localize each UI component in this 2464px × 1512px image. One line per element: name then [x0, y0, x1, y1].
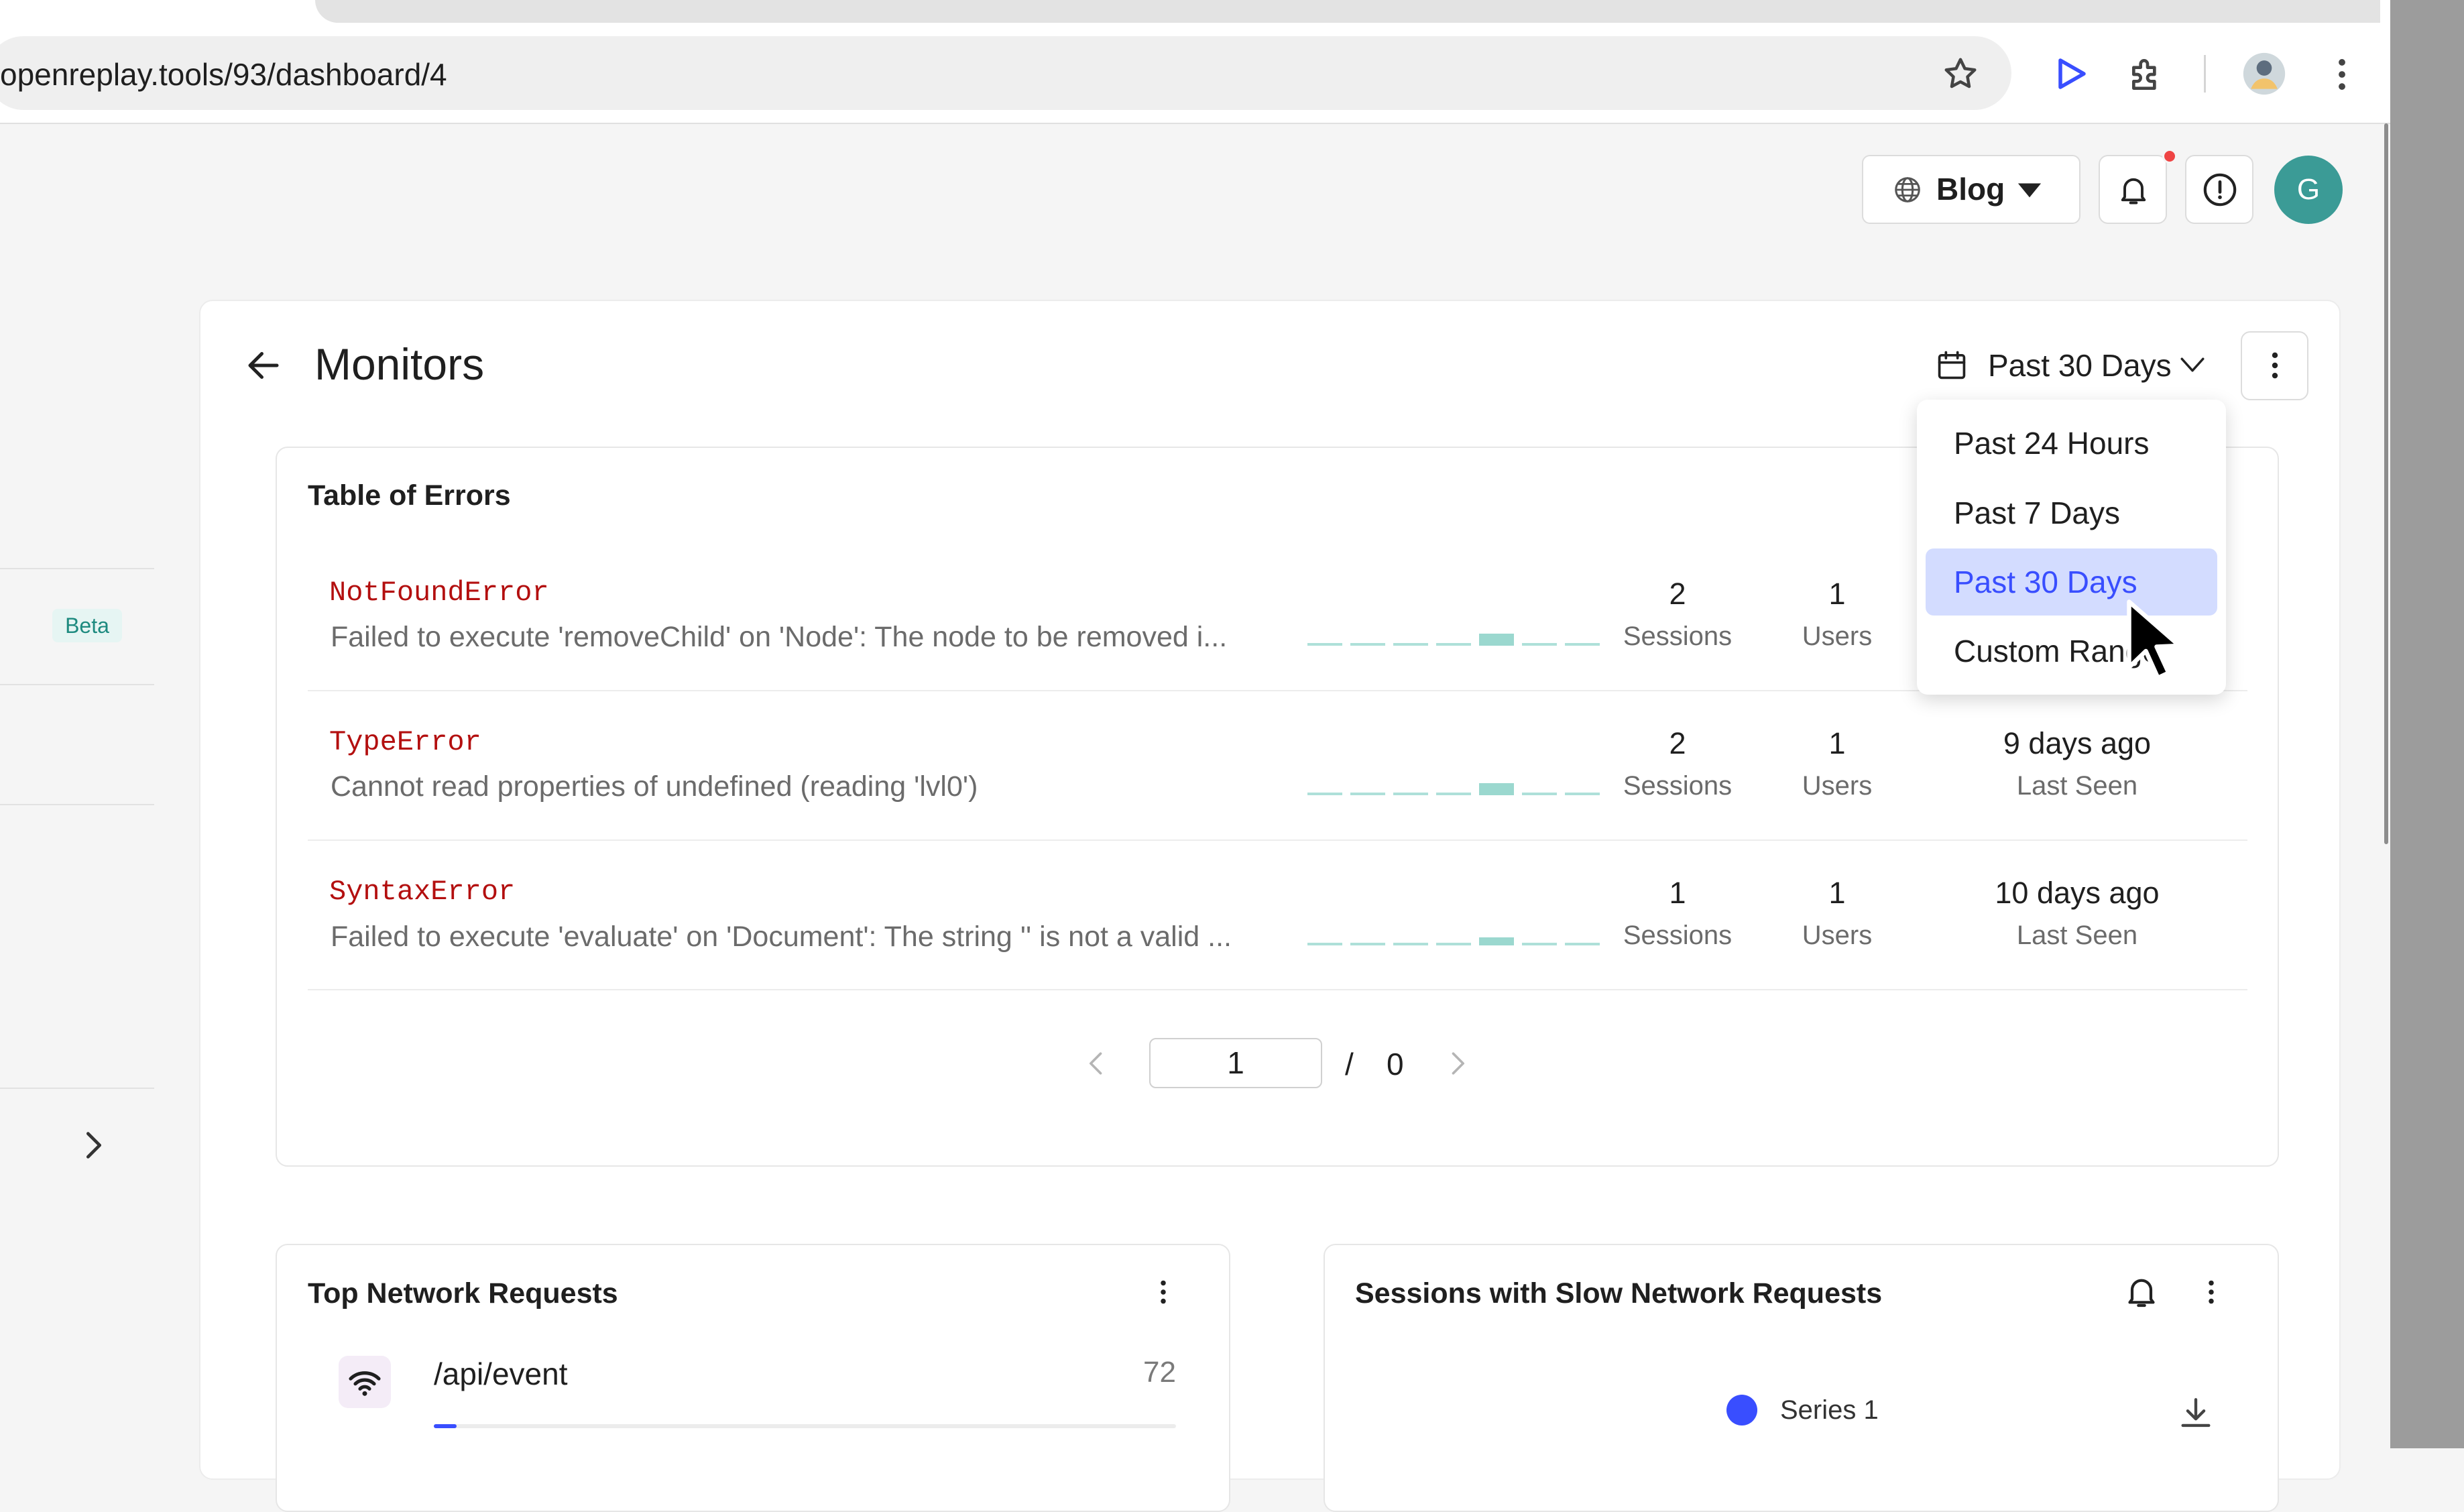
users-count: 1	[1828, 577, 1846, 611]
toolbar-separator	[2204, 55, 2206, 93]
notification-dot	[2162, 149, 2177, 164]
row-divider	[308, 839, 2247, 841]
widget-title: Top Network Requests	[308, 1277, 618, 1310]
request-path[interactable]: /api/event	[434, 1356, 567, 1392]
caret-down-icon	[2017, 180, 2042, 200]
last-seen-value: 10 days ago	[1995, 876, 2160, 910]
globe-icon	[1892, 174, 1923, 205]
error-sparkline	[1307, 634, 1602, 646]
error-name[interactable]: NotFoundError	[329, 577, 549, 609]
row-divider	[308, 989, 2247, 990]
back-arrow-icon[interactable]	[243, 345, 284, 386]
dropdown-option-past-24-hours[interactable]: Past 24 Hours	[1926, 410, 2217, 477]
legend-label: Series 1	[1780, 1395, 1879, 1425]
error-name[interactable]: SyntaxError	[329, 876, 515, 908]
dropdown-option-past-7-days[interactable]: Past 7 Days	[1926, 479, 2217, 546]
sidebar-expand-chevron-icon[interactable]	[76, 1128, 111, 1163]
wifi-icon	[346, 1364, 384, 1401]
dashboard-title: Monitors	[314, 339, 485, 389]
tab-strip	[315, 0, 2380, 23]
request-progress-track	[434, 1424, 1176, 1428]
next-page-icon[interactable]	[1442, 1049, 1472, 1078]
download-icon[interactable]	[2176, 1395, 2215, 1434]
sidebar-divider	[0, 1088, 154, 1089]
sidebar-divider	[0, 568, 154, 569]
beta-badge: Beta	[52, 609, 122, 642]
sidebar-divider	[0, 804, 154, 805]
mouse-cursor-icon	[2124, 597, 2184, 684]
alert-circle-icon	[2201, 171, 2239, 209]
error-message: Failed to execute 'removeChild' on 'Node…	[331, 621, 1228, 653]
widget-title: Sessions with Slow Network Requests	[1355, 1277, 1883, 1310]
more-vertical-icon	[2256, 347, 2294, 384]
users-count: 1	[1828, 876, 1846, 910]
more-vertical-icon[interactable]	[2194, 1274, 2228, 1310]
error-sparkline	[1307, 783, 1602, 795]
request-progress-fill	[434, 1424, 457, 1428]
error-sparkline	[1307, 937, 1602, 945]
error-message: Cannot read properties of undefined (rea…	[331, 770, 978, 803]
extensions-puzzle-icon[interactable]	[2127, 54, 2168, 95]
widget-title: Table of Errors	[308, 479, 511, 512]
legend-swatch	[1726, 1395, 1757, 1426]
browser-menu-icon[interactable]	[2321, 54, 2363, 95]
request-count: 72	[1143, 1356, 1176, 1389]
chrome-divider	[0, 123, 2390, 124]
profile-avatar-icon[interactable]	[2241, 51, 2287, 97]
project-label: Blog	[1936, 172, 2005, 207]
sidebar	[0, 124, 154, 1448]
page-scroll-gutter	[2390, 0, 2464, 1448]
more-vertical-icon[interactable]	[1147, 1274, 1180, 1310]
error-message: Failed to execute 'evaluate' on 'Documen…	[331, 921, 1232, 953]
page-total: 0	[1387, 1047, 1404, 1082]
last-seen-label: Last Seen	[2016, 771, 2138, 801]
last-seen-label: Last Seen	[2016, 921, 2138, 950]
url-text: openreplay.tools/93/dashboard/4	[0, 57, 447, 92]
users-label: Users	[1802, 622, 1873, 651]
prev-page-icon[interactable]	[1082, 1049, 1112, 1078]
sidebar-divider	[0, 684, 154, 685]
play-extension-icon[interactable]	[2050, 54, 2091, 94]
users-count: 1	[1828, 726, 1846, 760]
page-number-input[interactable]: 1	[1149, 1038, 1322, 1088]
star-icon[interactable]	[1940, 54, 1981, 94]
scrollbar-thumb[interactable]	[2384, 123, 2388, 844]
last-seen-value: 9 days ago	[2003, 726, 2152, 760]
chevron-down-icon[interactable]	[2178, 353, 2207, 376]
page-separator: /	[1345, 1047, 1354, 1082]
user-avatar[interactable]: G	[2274, 156, 2343, 224]
calendar-icon[interactable]	[1934, 347, 1969, 384]
users-label: Users	[1802, 771, 1873, 801]
bell-icon	[2116, 172, 2151, 207]
users-label: Users	[1802, 921, 1873, 950]
date-range-selector[interactable]: Past 30 Days	[1988, 347, 2172, 384]
error-name[interactable]: TypeError	[329, 726, 481, 758]
bell-icon[interactable]	[2123, 1273, 2160, 1310]
